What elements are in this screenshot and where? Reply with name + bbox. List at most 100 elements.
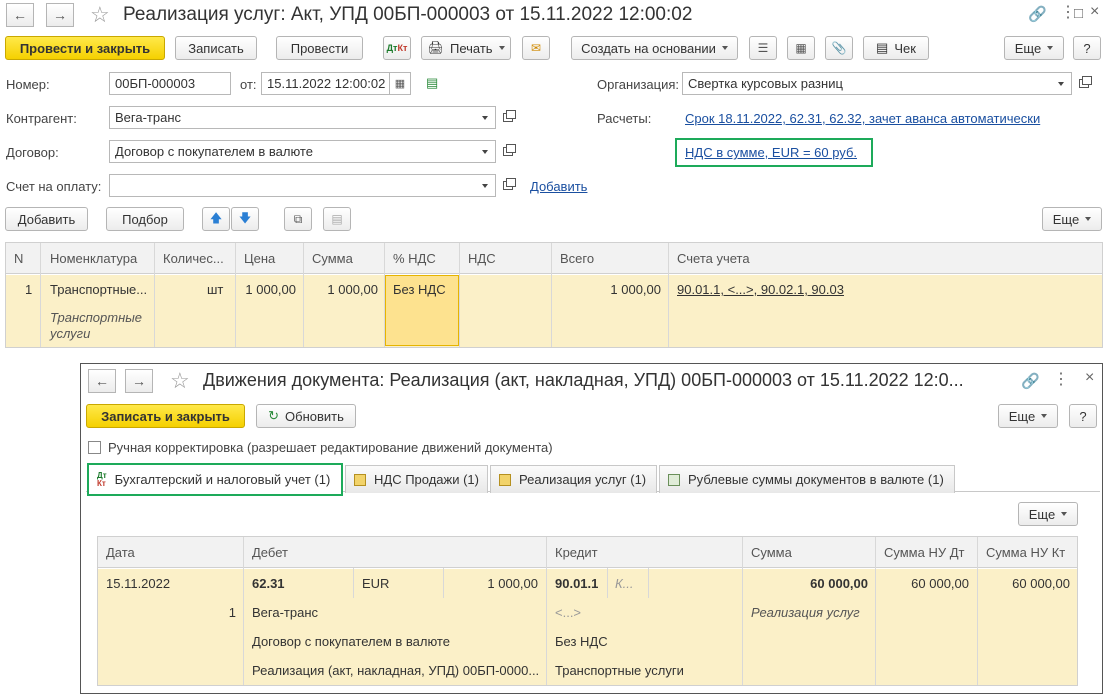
contract-open-icon[interactable] xyxy=(498,140,518,163)
col-debit[interactable]: Дебет xyxy=(252,545,288,560)
save-button[interactable]: Записать xyxy=(175,36,257,60)
col-price[interactable]: Цена xyxy=(244,251,275,266)
table-more-button[interactable]: Еще xyxy=(1042,207,1102,231)
settlements-link[interactable]: Срок 18.11.2022, 62.31, 62.32, зачет ава… xyxy=(685,111,1040,126)
contractor-field[interactable]: Вега-транс xyxy=(109,106,476,129)
refresh-label: Обновить xyxy=(285,408,344,424)
credit-subconto-1[interactable]: <...> xyxy=(555,605,581,620)
paste-icon[interactable]: ▤ xyxy=(323,207,351,231)
close-icon[interactable]: × xyxy=(1090,3,1099,21)
invoice-field[interactable] xyxy=(109,174,476,197)
row-accounts-link[interactable]: 90.01.1, <...>, 90.02.1, 90.03 xyxy=(677,282,844,297)
calendar-icon[interactable]: ▦ xyxy=(390,72,411,95)
col-amount[interactable]: Сумма xyxy=(751,545,792,560)
email-icon[interactable]: ✉ xyxy=(522,36,550,60)
invoice-dropdown-icon[interactable] xyxy=(475,174,496,197)
document-check-icon[interactable]: ▤ xyxy=(426,75,438,91)
contract-dropdown-icon[interactable] xyxy=(475,140,496,163)
entry-content[interactable]: Реализация услуг xyxy=(751,605,860,620)
contractor-open-icon[interactable] xyxy=(498,106,518,129)
movements-forward-icon[interactable]: → xyxy=(125,369,153,393)
link-icon[interactable]: 🔗 xyxy=(1028,5,1047,23)
col-total[interactable]: Всего xyxy=(560,251,594,266)
move-up-icon[interactable]: 🡅 xyxy=(202,207,230,231)
list-icon[interactable]: ☰ xyxy=(749,36,777,60)
manual-correction-checkbox[interactable] xyxy=(88,441,101,454)
help-button[interactable]: ? xyxy=(1073,36,1101,60)
contract-field[interactable]: Договор с покупателем в валюте xyxy=(109,140,476,163)
credit-account[interactable]: 90.01.1 xyxy=(555,576,598,591)
col-vat-rate[interactable]: % НДС xyxy=(393,251,436,266)
grid-more-button[interactable]: Еще xyxy=(1018,502,1078,526)
movements-star-icon[interactable]: ☆ xyxy=(170,368,190,394)
entry-sum[interactable]: 60 000,00 xyxy=(750,576,868,591)
tab-services-sales[interactable]: Реализация услуг (1) xyxy=(490,465,657,493)
add-invoice-link[interactable]: Добавить xyxy=(530,179,587,194)
movements-menu-icon[interactable]: ⋮ xyxy=(1053,369,1069,389)
back-arrow-icon[interactable]: ← xyxy=(6,3,34,27)
tab-vat-sales[interactable]: НДС Продажи (1) xyxy=(345,465,488,493)
movements-more-button[interactable]: Еще xyxy=(998,404,1058,428)
invoice-open-icon[interactable] xyxy=(498,174,518,197)
col-date[interactable]: Дата xyxy=(106,545,135,560)
movements-close-icon[interactable]: × xyxy=(1085,369,1094,387)
col-vat[interactable]: НДС xyxy=(468,251,496,266)
col-amount-nu-dt[interactable]: Сумма НУ Дт xyxy=(884,545,964,560)
col-amount-nu-kt[interactable]: Сумма НУ Кт xyxy=(986,545,1065,560)
debit-account[interactable]: 62.31 xyxy=(252,576,285,591)
maximize-icon[interactable]: □ xyxy=(1074,5,1083,22)
debit-subconto-2[interactable]: Договор с покупателем в валюте xyxy=(252,634,450,649)
col-n[interactable]: N xyxy=(14,251,23,266)
check-button[interactable]: ▤ Чек xyxy=(863,36,929,60)
organization-open-icon[interactable] xyxy=(1074,72,1094,95)
row-total[interactable]: 1 000,00 xyxy=(556,282,661,297)
debit-currency-amount[interactable]: 1 000,00 xyxy=(450,576,538,591)
copy-icon[interactable]: ⧉ xyxy=(284,207,312,231)
row-item[interactable]: Транспортные... xyxy=(50,282,147,297)
structure-icon[interactable]: ▦ xyxy=(787,36,815,60)
organization-dropdown-icon[interactable] xyxy=(1051,72,1072,95)
print-button[interactable]: 🖨 Печать xyxy=(421,36,511,60)
number-field[interactable]: 00БП-000003 xyxy=(109,72,231,95)
add-row-button[interactable]: Добавить xyxy=(5,207,88,231)
post-and-close-button[interactable]: Провести и закрыть xyxy=(5,36,165,60)
credit-subconto-2[interactable]: Без НДС xyxy=(555,634,608,649)
movements-link-icon[interactable]: 🔗 xyxy=(1021,372,1040,390)
star-icon[interactable]: ☆ xyxy=(90,2,110,28)
forward-arrow-icon[interactable]: → xyxy=(46,3,74,27)
debit-currency[interactable]: EUR xyxy=(362,576,389,591)
select-button[interactable]: Подбор xyxy=(106,207,184,231)
debit-subconto-3[interactable]: Реализация (акт, накладная, УПД) 00БП-00… xyxy=(252,663,542,678)
save-and-close-button[interactable]: Записать и закрыть xyxy=(86,404,245,428)
organization-field[interactable]: Свертка курсовых разниц xyxy=(682,72,1052,95)
attachment-icon[interactable]: 📎 xyxy=(825,36,853,60)
col-credit[interactable]: Кредит xyxy=(555,545,598,560)
entry-sum-nu-dt[interactable]: 60 000,00 xyxy=(882,576,969,591)
movements-back-icon[interactable]: ← xyxy=(88,369,116,393)
col-sum[interactable]: Сумма xyxy=(312,251,353,266)
tab-accounting[interactable]: Дт Кт Бухгалтерский и налоговый учет (1) xyxy=(87,463,343,496)
col-item[interactable]: Номенклатура xyxy=(50,251,137,266)
dt-kt-icon: Дт Кт xyxy=(97,470,107,488)
table-row[interactable] xyxy=(6,275,1102,347)
movements-help-button[interactable]: ? xyxy=(1069,404,1097,428)
date-field[interactable]: 15.11.2022 12:00:02 xyxy=(261,72,390,95)
col-accounts[interactable]: Счета учета xyxy=(677,251,750,266)
post-button[interactable]: Провести xyxy=(276,36,363,60)
row-sum[interactable]: 1 000,00 xyxy=(308,282,378,297)
dt-kt-icon[interactable]: Дт Кт xyxy=(383,36,411,60)
credit-subconto-3[interactable]: Транспортные услуги xyxy=(555,663,684,678)
debit-subconto-1[interactable]: Вега-транс xyxy=(252,605,318,620)
row-price[interactable]: 1 000,00 xyxy=(240,282,296,297)
tab-ruble-sums[interactable]: Рублевые суммы документов в валюте (1) xyxy=(659,465,955,493)
vat-link[interactable]: НДС в сумме, EUR = 60 руб. xyxy=(685,145,857,160)
contractor-dropdown-icon[interactable] xyxy=(475,106,496,129)
entry-sum-nu-kt[interactable]: 60 000,00 xyxy=(984,576,1070,591)
move-down-icon[interactable]: 🡇 xyxy=(231,207,259,231)
refresh-button[interactable]: ↻ Обновить xyxy=(256,404,356,428)
col-qty[interactable]: Количес... xyxy=(163,251,224,266)
credit-k[interactable]: К... xyxy=(615,576,634,591)
tab-ruble-sums-label: Рублевые суммы документов в валюте (1) xyxy=(688,472,944,487)
more-button[interactable]: Еще xyxy=(1004,36,1064,60)
create-based-on-button[interactable]: Создать на основании xyxy=(571,36,738,60)
